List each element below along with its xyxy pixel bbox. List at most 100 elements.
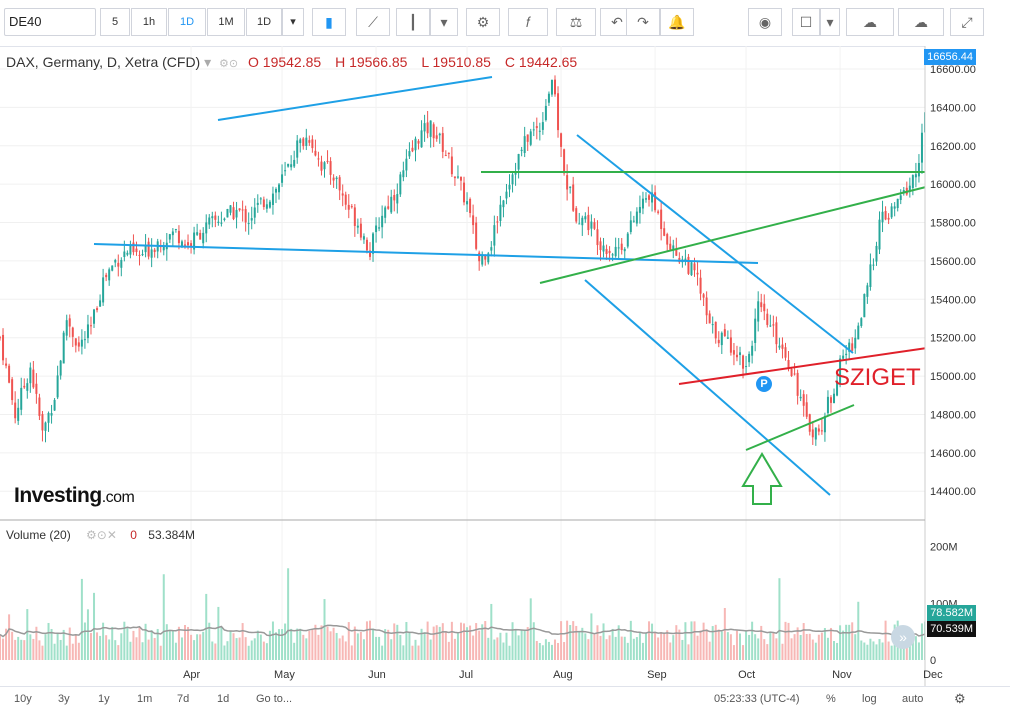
volume-bar <box>235 638 238 660</box>
candle-body <box>208 217 211 225</box>
candle-body <box>541 122 544 130</box>
volume-bar <box>793 634 796 660</box>
cloud-upload-icon[interactable]: ☁ <box>898 8 944 36</box>
range-7d[interactable]: 7d <box>177 693 189 705</box>
legend-dropdown-icon[interactable]: ▾ <box>204 54 211 70</box>
log-toggle[interactable]: log <box>862 693 877 705</box>
candle-body <box>347 204 350 210</box>
candle-body <box>153 249 156 253</box>
candle-body <box>781 344 784 349</box>
volume-bar <box>414 639 417 660</box>
volume-bar <box>335 632 338 660</box>
range-10y[interactable]: 10y <box>14 693 32 705</box>
volume-bar <box>696 635 699 660</box>
volume-bar <box>278 629 281 660</box>
interval-chevron-icon[interactable]: ▾ <box>282 8 304 36</box>
legend-settings-icon[interactable]: ⚙⊙ <box>219 58 238 70</box>
candle-body <box>590 221 593 229</box>
volume-bar <box>174 642 177 660</box>
candle-body <box>17 407 20 421</box>
range-1m[interactable]: 1m <box>137 693 152 705</box>
indicators-icon[interactable]: 𝑓 <box>508 8 548 36</box>
candle-body <box>584 216 587 220</box>
volume-bar <box>68 627 71 660</box>
candle-body <box>62 332 65 364</box>
cloud-download-icon[interactable]: ☁ <box>846 8 894 36</box>
volume-bar <box>720 631 723 660</box>
range-3y[interactable]: 3y <box>58 693 70 705</box>
volume-settings-icon[interactable]: ⚙⊙✕ <box>86 528 117 542</box>
volume-bar <box>693 621 696 660</box>
candle-body <box>569 186 572 189</box>
volume-bar <box>748 634 751 660</box>
volume-bar <box>739 633 741 660</box>
candle-body <box>429 120 432 137</box>
compare-icon[interactable]: ⚖ <box>556 8 596 36</box>
trendline-green-short <box>745 404 855 451</box>
volume-bar <box>790 638 793 660</box>
volume-value: 53.384M <box>148 528 195 542</box>
candle-body <box>563 149 566 174</box>
volume-bar <box>120 633 123 660</box>
candle-body <box>356 225 359 228</box>
candle-body <box>238 208 241 211</box>
volume-bar <box>417 645 420 660</box>
camera-icon[interactable]: ◉ <box>748 8 782 36</box>
layout-icon[interactable]: ☐ <box>792 8 820 36</box>
bar-style-icon[interactable]: ┃ <box>396 8 430 36</box>
symbol-input[interactable]: DE40 <box>4 8 96 36</box>
interval-dropdown[interactable]: 1D <box>246 8 282 36</box>
volume-bar <box>881 642 884 660</box>
candle-body <box>914 174 917 178</box>
gear-icon[interactable]: ⚙ <box>466 8 500 36</box>
volume-bar <box>344 641 347 660</box>
alert-icon[interactable]: 🔔 <box>660 8 694 36</box>
line-style-icon[interactable]: ⟋ <box>356 8 390 36</box>
interval-1d[interactable]: 1D <box>168 8 206 36</box>
auto-toggle[interactable]: auto <box>902 693 923 705</box>
candle-body <box>284 170 287 172</box>
volume-bar <box>742 645 745 660</box>
range-1y[interactable]: 1y <box>98 693 110 705</box>
candle-body <box>496 221 499 223</box>
volume-bar <box>802 623 805 660</box>
candle-body <box>890 206 893 218</box>
candle-body <box>472 215 475 226</box>
annotation-marker[interactable]: P <box>756 376 772 392</box>
volume-bar <box>487 637 490 660</box>
redo-icon[interactable]: ↷ <box>626 8 660 36</box>
style-chevron-icon[interactable]: ▾ <box>430 8 458 36</box>
volume-bar <box>638 632 641 660</box>
layout-chevron-icon[interactable]: ▾ <box>820 8 840 36</box>
volume-bar <box>839 625 842 660</box>
volume-bar <box>569 625 572 660</box>
scroll-right-button[interactable]: » <box>891 625 915 649</box>
candle-body <box>760 302 763 308</box>
candle-body <box>20 387 23 410</box>
candle-body <box>278 184 281 193</box>
percent-toggle[interactable]: % <box>826 693 836 705</box>
volume-bar <box>826 637 829 660</box>
candle-body <box>96 308 99 311</box>
volume-bar <box>141 642 144 660</box>
fullscreen-icon[interactable]: ⤢ <box>950 8 984 36</box>
candle-body <box>766 313 769 325</box>
candle-style-icon[interactable]: ▮ <box>312 8 346 36</box>
candle-body <box>390 196 393 213</box>
volume-bar <box>687 644 690 660</box>
goto-button[interactable]: Go to... <box>256 693 292 705</box>
candle-body <box>560 133 563 147</box>
candle-body <box>29 367 32 384</box>
range-1d[interactable]: 1d <box>217 693 229 705</box>
candle-body <box>68 318 71 327</box>
interval-5[interactable]: 5 <box>100 8 130 36</box>
interval-1m[interactable]: 1M <box>207 8 245 36</box>
settings-gear-icon[interactable]: ⚙ <box>954 691 966 707</box>
interval-1h[interactable]: 1h <box>131 8 167 36</box>
annotation-sziget: SZIGET <box>834 364 921 391</box>
volume-bar <box>14 639 17 660</box>
candle-body <box>466 201 469 205</box>
volume-bar <box>217 606 220 660</box>
volume-bar <box>493 639 496 660</box>
candle-body <box>168 234 171 240</box>
